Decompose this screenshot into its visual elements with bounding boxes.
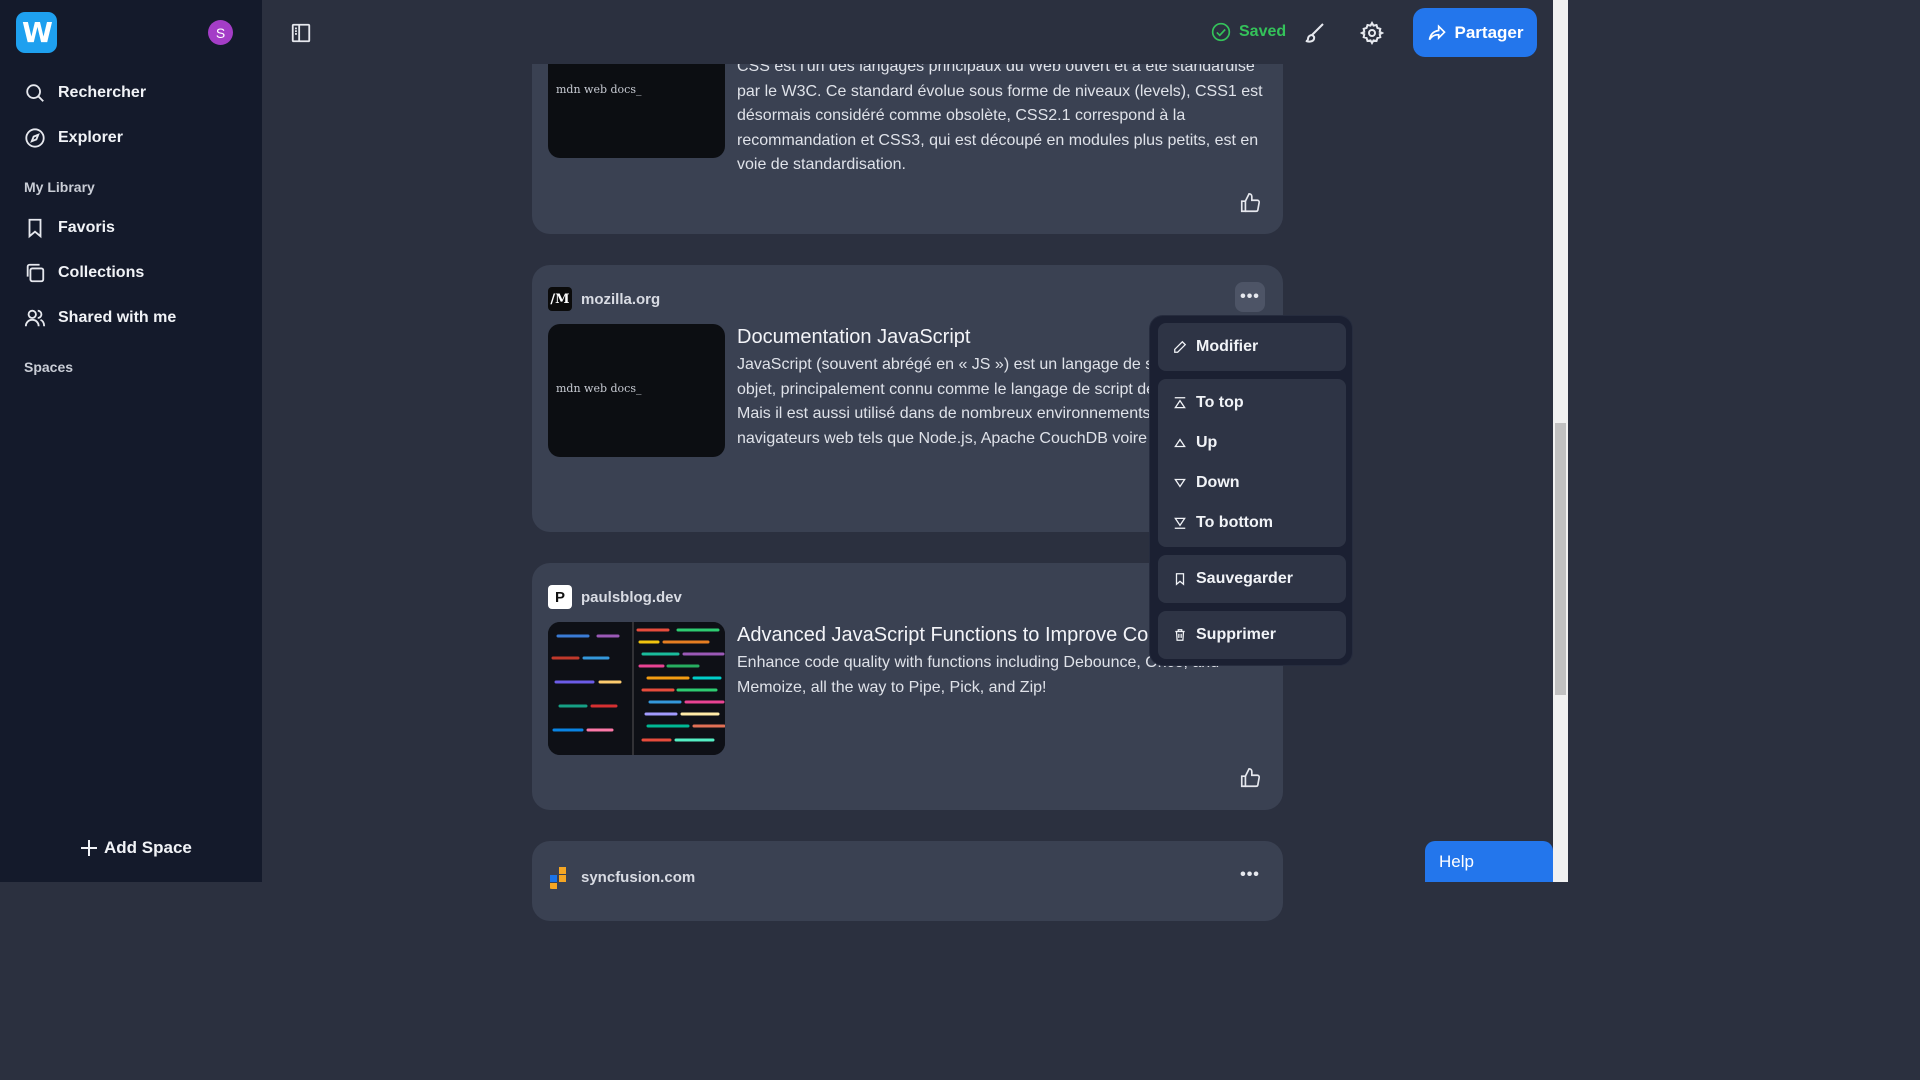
avatar[interactable]: S [208,20,233,45]
trash-icon [1175,629,1185,641]
thumbnail-text: mdn web docs_ [556,382,642,395]
more-options-button[interactable]: ••• [1235,860,1265,890]
library-heading: My Library [24,179,95,195]
menu-item-label: To top [1196,394,1244,411]
gear-icon[interactable] [1360,21,1384,45]
sidebar-item-label: Favoris [58,219,115,236]
sidebar-item-shared[interactable]: Shared with me [24,300,176,336]
add-space-button[interactable]: Add Space [80,838,192,858]
card-title[interactable]: Documentation JavaScript [737,326,970,349]
sidebar-item-label: Collections [58,264,145,281]
add-space-label: Add Space [104,838,192,857]
card-source[interactable]: /M mozilla.org [548,287,660,311]
menu-item-label: Sauvegarder [1196,570,1293,587]
plus-icon [81,840,97,856]
card-description: CSS est l'un des langages principaux du … [737,58,1263,173]
brush-icon[interactable] [1303,21,1327,45]
code-screenshot-image [548,622,725,755]
more-options-button[interactable]: ••• [1235,282,1265,312]
menu-item-save[interactable]: Sauvegarder [1158,559,1346,599]
share-icon [1428,23,1446,40]
up-icon [1174,438,1186,448]
users-icon [24,309,46,327]
page-scrollbar[interactable] [1553,0,1568,882]
sidebar-item-explore[interactable]: Explorer [24,120,123,156]
compass-icon [25,128,45,148]
card-thumbnail-code[interactable] [548,622,725,755]
sidebar-item-label: Shared with me [58,309,177,326]
menu-item-down[interactable]: Down [1158,463,1346,503]
saved-status: Saved [1211,22,1286,42]
menu-item-label: Up [1196,434,1218,451]
menu-item-label: Modifier [1196,338,1259,355]
card-options-menu: Modifier To top Up Down To bottom Sauveg… [1149,315,1353,666]
menu-item-up[interactable]: Up [1158,423,1346,463]
source-domain: mozilla.org [581,290,661,308]
saved-label: Saved [1239,23,1287,40]
menu-item-label: Down [1196,474,1240,491]
sidebar-item-collections[interactable]: Collections [24,255,144,291]
menu-item-to-bottom[interactable]: To bottom [1158,503,1346,543]
scrollbar-thumb[interactable] [1555,423,1566,695]
app-logo[interactable]: W [16,12,57,53]
menu-item-edit[interactable]: Modifier [1158,327,1346,367]
thumbs-up-icon[interactable] [1239,767,1261,789]
paulsblog-favicon: P [548,585,572,609]
help-button[interactable]: Help [1425,841,1553,882]
pencil-icon [1174,340,1187,353]
card-source[interactable]: P paulsblog.dev [548,585,682,609]
thumbnail-text: mdn web docs_ [556,83,642,96]
logo-letter: W [22,16,53,49]
share-button[interactable]: Partager [1413,8,1537,57]
source-domain: syncfusion.com [581,868,696,886]
bookmark-icon [1175,573,1185,586]
menu-item-delete[interactable]: Supprimer [1158,615,1346,655]
bookmark-card: syncfusion.com ••• [532,841,1283,921]
sidebar: W S Rechercher Explorer My Library Favor… [0,0,262,882]
mozilla-favicon: /M [548,287,572,311]
collections-icon [26,263,45,283]
to-top-icon [1174,397,1186,409]
thumbs-up-icon[interactable] [1239,192,1261,214]
sidebar-toggle-icon[interactable] [290,22,312,44]
spaces-heading: Spaces [24,359,74,375]
card-thumbnail[interactable]: mdn web docs_ [548,324,725,457]
menu-item-label: To bottom [1196,514,1274,531]
to-bottom-icon [1174,517,1186,529]
sidebar-item-label: Rechercher [58,84,147,101]
share-label: Partager [1454,22,1524,42]
down-icon [1174,478,1186,488]
card-source[interactable]: syncfusion.com [548,865,695,889]
sidebar-item-search[interactable]: Rechercher [24,75,146,111]
source-domain: paulsblog.dev [581,588,682,606]
bookmark-icon [28,218,42,239]
sidebar-item-label: Explorer [58,129,123,146]
syncfusion-favicon [550,867,566,889]
menu-item-label: Supprimer [1196,626,1277,643]
search-icon [26,84,44,102]
check-circle-icon [1211,22,1231,42]
sidebar-item-favorites[interactable]: Favoris [24,210,115,246]
menu-item-to-top[interactable]: To top [1158,383,1346,423]
